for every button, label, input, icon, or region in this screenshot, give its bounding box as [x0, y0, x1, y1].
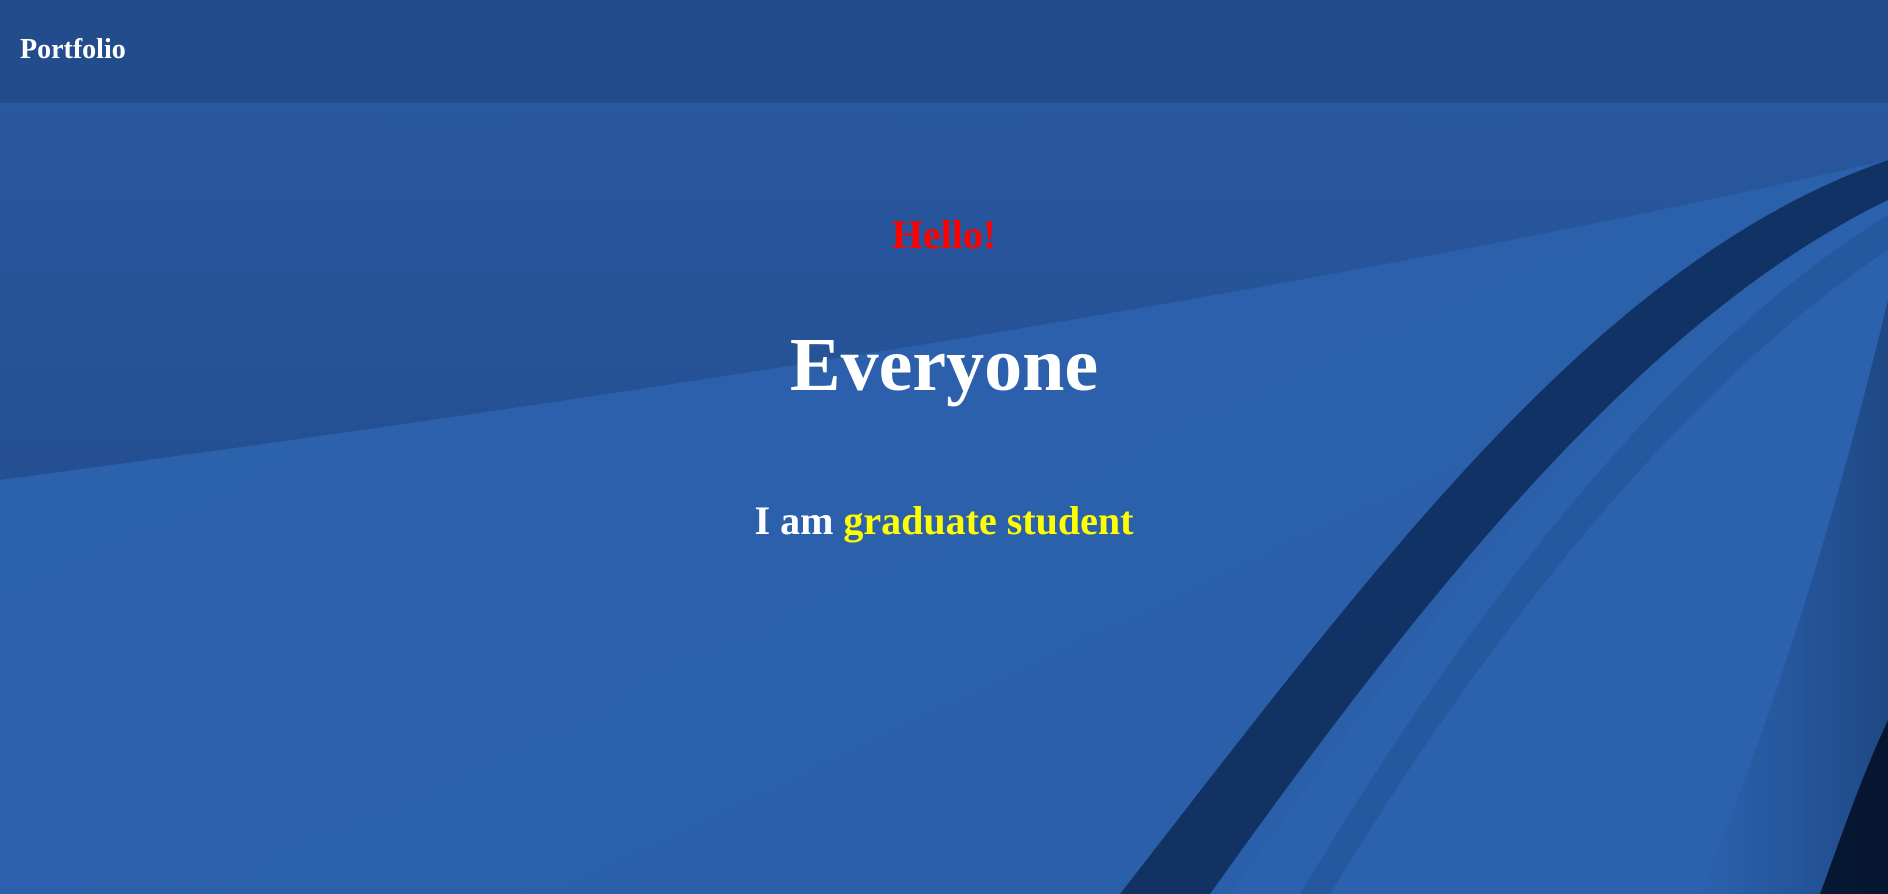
- tagline-role: graduate student: [843, 498, 1134, 543]
- tagline-prefix: I am: [754, 498, 834, 543]
- hero-headline: Everyone: [789, 323, 1099, 407]
- hero-greeting: Hello!: [891, 212, 997, 257]
- navbar: Portfolio: [0, 0, 1888, 103]
- page: Portfolio Hello! Everyone I am graduate …: [0, 0, 1888, 894]
- brand-link[interactable]: Portfolio: [20, 33, 126, 67]
- hero-tagline: I am graduate student: [0, 496, 1888, 546]
- background-graphic: [0, 0, 1888, 894]
